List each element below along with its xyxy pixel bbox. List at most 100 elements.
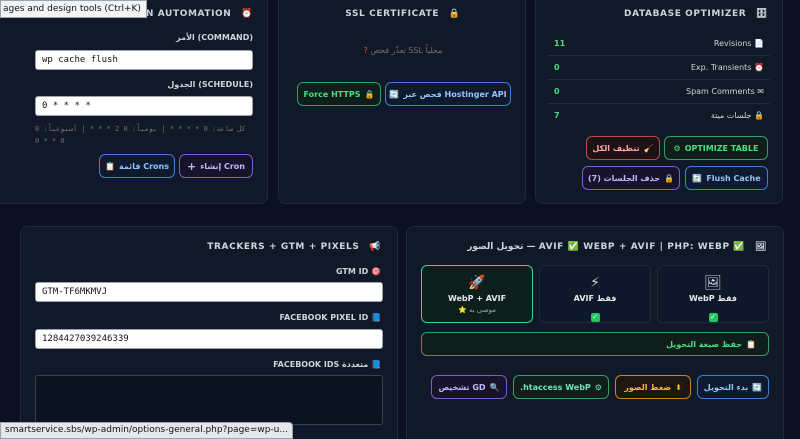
revisions-label-text: Revisions: [713, 39, 752, 48]
save-format-button[interactable]: حفظ صيغة التحويل 📋: [421, 332, 769, 356]
image-conversion-card: تحويل الصور — AVIF ✅ WEBP + AVIF | PHP: …: [406, 226, 784, 439]
create-cron-button[interactable]: + إنشاء Cron: [179, 154, 253, 178]
compress-images-button[interactable]: ضغط الصور ⇟: [615, 375, 691, 399]
transients-label-text: Exp. Transients: [690, 63, 752, 72]
cron-automation-card: CRON AUTOMATION ⏰ الأمر (COMMAND) wp cac…: [0, 0, 268, 204]
command-input[interactable]: wp cache flush: [35, 50, 253, 70]
create-cron-label: إنشاء Cron: [200, 161, 245, 171]
frame-icon: 🖼: [704, 275, 722, 291]
gear-icon: ⚙: [594, 382, 602, 392]
stat-label-transients: Exp. Transients ⏰: [691, 63, 764, 72]
lock-icon: 🔒: [364, 89, 375, 99]
divider: [548, 103, 770, 104]
option-avif-only[interactable]: ⚡ AVIF فقط ✓: [539, 265, 651, 323]
rocket-icon: 🚀: [468, 275, 486, 291]
htaccess-webp-button[interactable]: .htaccess WebP ⚙: [513, 375, 609, 399]
option-webp-avif[interactable]: 🚀 WebP + AVIF ⭐ موصى به: [421, 265, 533, 323]
plus-icon: +: [187, 159, 197, 173]
refresh-icon: 🔄: [752, 382, 763, 392]
stat-value-revisions: 11: [554, 39, 566, 48]
check-via-hostinger-label: فحص عبر Hostinger API: [403, 89, 507, 99]
trackers-card: TRACKERS + GTM + PIXELS 📢 GTM ID 🎯 GTM-T…: [20, 226, 398, 439]
option-webp-avif-label: WebP + AVIF: [447, 294, 507, 303]
stat-label-sessions: جلسات ميتة 🔒: [711, 111, 764, 120]
tooltip: ages and design tools (Ctrl+K): [0, 0, 147, 18]
db-title-text: DATABASE OPTIMIZER: [624, 9, 747, 19]
fb-ids-label-text: FACEBOOK IDS متعددة: [273, 360, 369, 369]
clipboard-icon: 📋: [746, 339, 756, 349]
divider: [548, 79, 770, 80]
sessions-label-text: جلسات ميتة: [710, 111, 752, 120]
image-icon: 🖼: [754, 242, 767, 252]
trackers-title-text: TRACKERS + GTM + PIXELS: [207, 242, 360, 252]
option-webp-only[interactable]: 🖼 WebP فقط ✓: [657, 265, 769, 323]
start-conversion-label: بدء التحويل: [703, 382, 749, 392]
ssl-title-text: SSL CERTIFICATE: [345, 9, 440, 19]
list-crons-button[interactable]: 📋 قائمة Crons: [99, 154, 175, 178]
compress-icon: ⇟: [675, 382, 682, 392]
optimize-table-label: OPTIMIZE TABLE: [684, 143, 759, 153]
force-https-label: Force HTTPS: [303, 89, 361, 99]
ssl-certificate-card: SSL CERTIFICATE 🔒 ? تعذّر فحص SSL محلياً…: [278, 0, 526, 204]
compress-label: ضغط الصور: [624, 382, 672, 392]
refresh-icon: 🔄: [692, 173, 703, 183]
gtm-id-input[interactable]: GTM-TF6MKMVJ: [35, 282, 383, 302]
list-crons-label: قائمة Crons: [118, 161, 169, 171]
force-https-button[interactable]: Force HTTPS 🔒: [297, 82, 381, 106]
question-icon: ?: [363, 46, 368, 55]
stat-value-transients: 0: [554, 63, 560, 72]
refresh-icon: 🔄: [389, 89, 400, 99]
alarm-clock-icon: ⏰: [754, 63, 764, 72]
htaccess-label: .htaccess WebP: [520, 382, 591, 392]
schedule-label: الجدول (SCHEDULE): [167, 80, 253, 89]
envelope-icon: ✉: [757, 87, 764, 96]
lock-icon: 🔒: [664, 173, 675, 183]
database-icon: 🗄: [755, 9, 768, 19]
facebook-ids-textarea[interactable]: [35, 375, 383, 425]
stat-label-spam: Spam Comments ✉: [686, 87, 764, 96]
lock-icon: 🔒: [754, 111, 764, 120]
status-bar-url: smartservice.sbs/wp-admin/options-genera…: [0, 422, 293, 439]
ssl-question-label: تعذّر فحص SSL محلياً: [370, 46, 443, 55]
delete-sessions-button[interactable]: حذف الجلسات (7) 🔒: [582, 166, 680, 190]
check-via-hostinger-button[interactable]: 🔄 فحص عبر Hostinger API: [385, 82, 511, 106]
schedule-hint-line1: كل ساعة: 0 * * * * | يومياً: 0 2 * * * |…: [35, 125, 246, 133]
alarm-clock-icon: ⏰: [241, 9, 253, 19]
flush-cache-button[interactable]: 🔄 Flush Cache: [685, 166, 768, 190]
clean-all-button[interactable]: تنظيف الكل 🧹: [586, 136, 660, 160]
schedule-input[interactable]: 0 * * * *: [35, 96, 253, 116]
start-conversion-button[interactable]: بدء التحويل 🔄: [697, 375, 769, 399]
image-card-title: تحويل الصور — AVIF ✅ WEBP + AVIF | PHP: …: [467, 242, 767, 252]
diagnose-gd-button[interactable]: تشخيص GD 🔍: [431, 375, 507, 399]
flush-cache-label: Flush Cache: [706, 173, 761, 183]
schedule-hint: كل ساعة: 0 * * * * | يومياً: 0 2 * * * |…: [35, 123, 253, 147]
facebook-ids-label: FACEBOOK IDS متعددة 📘: [273, 360, 381, 369]
facebook-pixel-input[interactable]: 1284427039246339: [35, 329, 383, 349]
clean-all-label: تنظيف الكل: [592, 143, 640, 153]
ssl-status-text: ? تعذّر فحص SSL محلياً: [279, 46, 527, 55]
lock-icon: 🔒: [448, 9, 461, 19]
image-title-text: تحويل الصور — AVIF ✅ WEBP + AVIF | PHP: …: [467, 242, 746, 252]
db-card-title: DATABASE OPTIMIZER 🗄: [624, 9, 768, 19]
megaphone-icon: 📢: [369, 242, 381, 252]
option-avif-label: AVIF فقط: [573, 294, 617, 303]
ssl-card-title: SSL CERTIFICATE 🔒: [279, 9, 527, 19]
target-icon: 🎯: [371, 267, 381, 276]
check-icon: ✓: [708, 313, 718, 322]
command-label: الأمر (COMMAND): [176, 33, 253, 42]
optimize-table-button[interactable]: ⚙ OPTIMIZE TABLE: [664, 136, 768, 160]
book-icon: 📘: [371, 313, 381, 322]
database-optimizer-card: DATABASE OPTIMIZER 🗄 11 Revisions 📄 0 Ex…: [535, 0, 783, 204]
spam-label-text: Spam Comments: [685, 87, 755, 96]
delete-sessions-label: حذف الجلسات (7): [587, 173, 661, 183]
facebook-pixel-label: FACEBOOK PIXEL ID 📘: [280, 313, 382, 322]
broom-icon: 🧹: [643, 143, 654, 153]
gtm-id-label: GTM ID 🎯: [336, 267, 381, 276]
divider: [548, 55, 770, 56]
book-icon: 📘: [371, 360, 381, 369]
recommended-label: ⭐ موصى به: [457, 306, 497, 314]
stat-value-sessions: 7: [554, 111, 560, 120]
gtm-label-text: GTM ID: [335, 267, 369, 276]
trackers-card-title: TRACKERS + GTM + PIXELS 📢: [207, 242, 381, 252]
search-icon: 🔍: [489, 382, 500, 392]
